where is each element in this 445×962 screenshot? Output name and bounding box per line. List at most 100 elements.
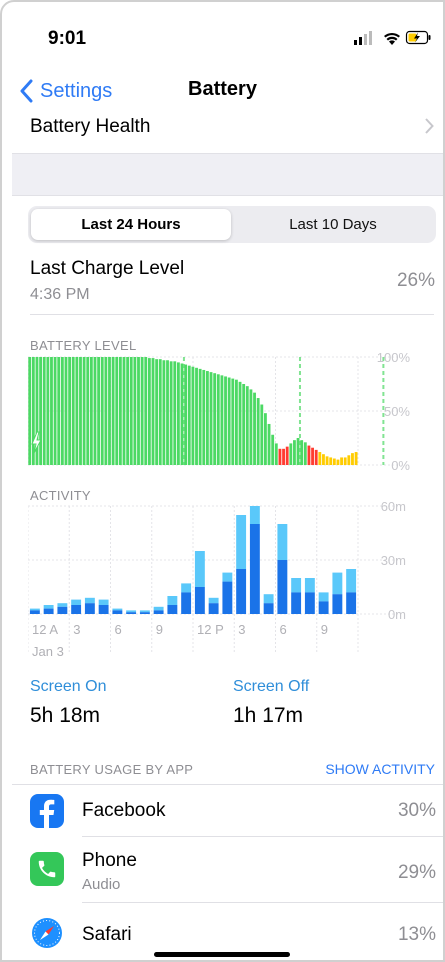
battery-bar — [347, 455, 351, 465]
battery-bar — [220, 375, 224, 465]
battery-bar — [162, 360, 166, 465]
status-time: 9:01 — [48, 28, 87, 49]
activity-bar-screen-on — [139, 612, 150, 614]
facebook-icon — [30, 794, 64, 828]
activity-bar-screen-on — [236, 569, 247, 614]
show-activity-button[interactable]: SHOW ACTIVITY — [325, 761, 435, 777]
battery-bar — [307, 445, 311, 465]
x-tick-label: 9 — [156, 622, 163, 637]
activity-bar-screen-off — [318, 592, 329, 602]
battery-bar — [329, 457, 333, 465]
activity-bar-screen-off — [208, 597, 219, 604]
app-percent: 13% — [397, 924, 436, 945]
y-tick-label: 60m — [381, 500, 406, 514]
battery-bar — [155, 359, 159, 465]
battery-bar — [264, 413, 267, 465]
battery-bar — [97, 357, 101, 465]
status-icons — [354, 30, 431, 45]
divider — [82, 836, 445, 837]
segment-last-10-days[interactable]: Last 10 Days — [233, 209, 433, 240]
time-range-segmented-control: Last 24 Hours Last 10 Days — [28, 206, 436, 243]
app-row-phone[interactable]: Phone Audio 29% — [30, 840, 445, 903]
battery-bar — [82, 357, 86, 465]
battery-bar — [31, 357, 35, 465]
battery-bar — [235, 379, 238, 465]
battery-bar — [249, 389, 253, 465]
battery-bar — [253, 392, 256, 465]
battery-bar — [318, 452, 322, 465]
activity-bar-screen-off — [304, 578, 315, 593]
battery-bar — [89, 357, 93, 465]
battery-bar — [332, 458, 336, 465]
y-tick-label: 30m — [381, 553, 406, 568]
activity-bar-screen-on — [304, 592, 315, 614]
y-tick-label: 50% — [384, 404, 410, 419]
battery-bar — [311, 447, 314, 465]
battery-bar — [343, 457, 347, 465]
last-charge-value: 26% — [396, 270, 435, 291]
battery-bar — [351, 453, 354, 465]
battery-bar — [147, 358, 151, 465]
activity-bar-screen-off — [43, 605, 54, 609]
battery-bar — [28, 357, 32, 465]
activity-bar-screen-off — [291, 578, 302, 593]
activity-bar-screen-on — [153, 610, 164, 614]
x-tick-label: 9 — [321, 622, 328, 637]
activity-bar-screen-on — [126, 612, 137, 614]
y-tick-label: 0m — [388, 607, 406, 622]
battery-bar — [260, 404, 264, 465]
battery-bar — [57, 357, 61, 465]
battery-bar — [111, 357, 115, 465]
battery-bar — [238, 381, 242, 465]
app-name: Safari — [82, 924, 132, 945]
activity-bar-screen-off — [29, 608, 40, 611]
y-tick-label: 0% — [391, 458, 410, 470]
battery-bar — [122, 357, 126, 465]
battery-bar — [278, 448, 282, 465]
battery-bar — [118, 357, 122, 465]
battery-bar — [242, 384, 246, 465]
home-indicator — [154, 952, 290, 957]
activity-bar-screen-off — [236, 515, 247, 569]
battery-icon — [405, 30, 431, 45]
activity-bar-screen-off — [84, 597, 95, 604]
battery-level-label: BATTERY LEVEL — [30, 338, 137, 353]
activity-bar-screen-on — [84, 603, 95, 614]
y-tick-label: 100% — [377, 352, 411, 365]
battery-bar — [285, 446, 289, 465]
battery-bar — [100, 357, 104, 465]
battery-bar — [104, 357, 108, 465]
activity-chart: 60m 30m 0m 12 A 3 6 9 12 P 3 6 9 Jan 3 — [28, 500, 406, 659]
activity-bar-screen-off — [346, 569, 357, 593]
battery-bar — [314, 449, 318, 465]
battery-bar — [227, 377, 231, 465]
battery-bar — [336, 459, 340, 465]
activity-bar-screen-on — [112, 610, 123, 614]
battery-bar — [195, 367, 198, 465]
app-percent: 30% — [397, 800, 436, 821]
activity-bar-screen-off — [194, 551, 205, 587]
battery-health-row[interactable]: Battery Health — [30, 116, 434, 144]
activity-bar-screen-off — [263, 594, 274, 604]
battery-bar — [93, 357, 97, 465]
signal-icon — [354, 31, 372, 45]
activity-bar-screen-on — [57, 606, 68, 614]
activity-bar-screen-on — [167, 605, 178, 614]
battery-bar — [75, 357, 79, 465]
app-row-facebook[interactable]: Facebook 30% — [30, 790, 445, 837]
battery-bar — [231, 378, 235, 465]
battery-bar — [115, 357, 119, 465]
page-title: Battery — [188, 78, 257, 100]
activity-bar-screen-on — [346, 592, 357, 614]
battery-bar — [216, 374, 220, 465]
battery-bar — [209, 372, 213, 465]
battery-health-label: Battery Health — [30, 116, 151, 137]
activity-bar-screen-on — [71, 605, 82, 614]
battery-bar — [86, 357, 90, 465]
battery-bar — [133, 357, 137, 465]
battery-bar — [71, 357, 75, 465]
activity-bar-screen-off — [167, 596, 178, 605]
divider — [30, 314, 434, 315]
battery-bar — [202, 369, 206, 465]
segment-last-24-hours[interactable]: Last 24 Hours — [31, 209, 231, 240]
